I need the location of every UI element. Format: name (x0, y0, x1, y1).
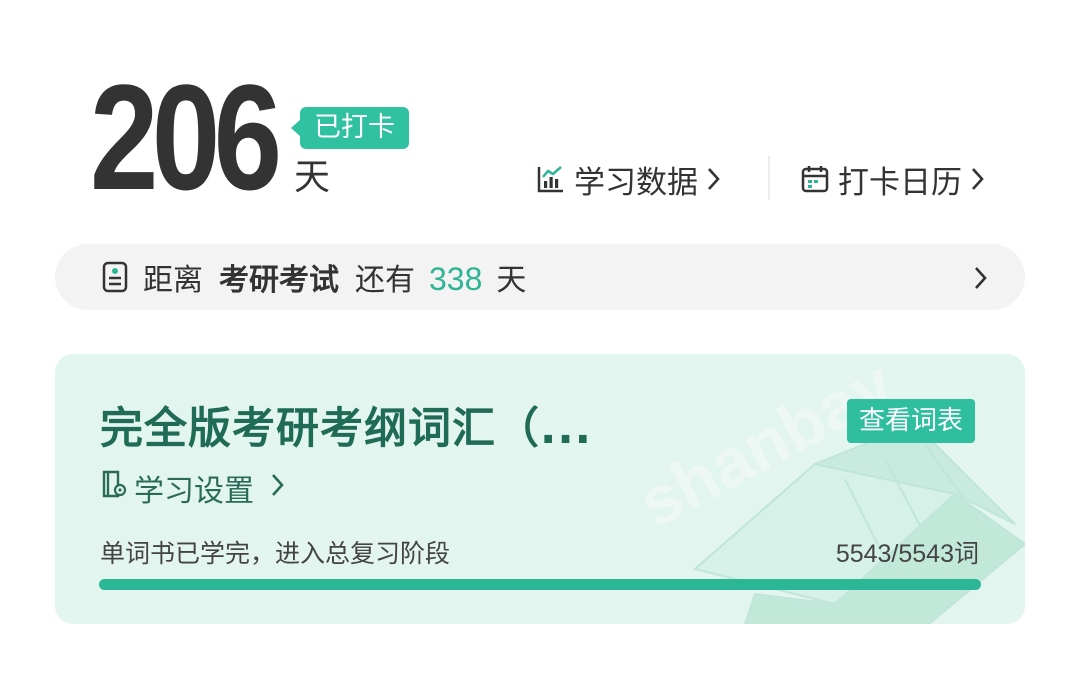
progress-bar (99, 579, 981, 590)
checkin-calendar-link[interactable]: 打卡日历 (800, 155, 986, 203)
exam-name: 考研考试 (219, 263, 339, 298)
days-left: 338 (429, 261, 483, 297)
chevron-right-icon (973, 264, 989, 299)
checkin-calendar-label: 打卡日历 (838, 164, 962, 201)
book-settings-icon (100, 469, 128, 507)
streak-days-count: 206 (90, 53, 282, 221)
wordbook-title[interactable]: 完全版考研考纲词汇（... (100, 394, 592, 456)
exam-countdown-bar[interactable]: 距离 考研考试 还有 338 天 (55, 244, 1025, 310)
bar-chart-icon (536, 164, 566, 194)
document-icon (102, 261, 128, 301)
divider (768, 156, 770, 200)
chevron-right-icon (706, 166, 722, 192)
progress-count: 5543/5543词 (835, 540, 979, 568)
calendar-icon (800, 164, 830, 194)
countdown-text: 距离 考研考试 还有 338 天 (143, 255, 526, 299)
progress-status: 单词书已学完，进入总复习阶段 (100, 539, 451, 568)
study-data-link[interactable]: 学习数据 (536, 155, 722, 203)
countdown-middle: 还有 (355, 263, 415, 298)
progress-bar-fill (99, 579, 981, 590)
chevron-right-icon (970, 166, 986, 192)
view-wordlist-button[interactable]: 查看词表 (847, 399, 976, 443)
study-settings-label: 学习设置 (134, 474, 254, 509)
wordbook-card: shanbay 完全版考研考纲词汇（... 查看词表 学习设置 单词书已学完，进… (55, 354, 1025, 624)
countdown-suffix: 天 (496, 263, 527, 298)
chevron-right-icon (270, 471, 286, 506)
study-settings-link[interactable]: 学习设置 (100, 468, 286, 509)
streak-unit: 天 (294, 157, 331, 198)
study-data-label: 学习数据 (574, 164, 698, 201)
checked-in-badge: 已打卡 (291, 107, 409, 149)
countdown-prefix: 距离 (143, 263, 203, 298)
checkin-page: 206 已打卡 天 学习数据 打卡日历 距离 考研考试 还有 338 天 sha… (0, 0, 1080, 682)
